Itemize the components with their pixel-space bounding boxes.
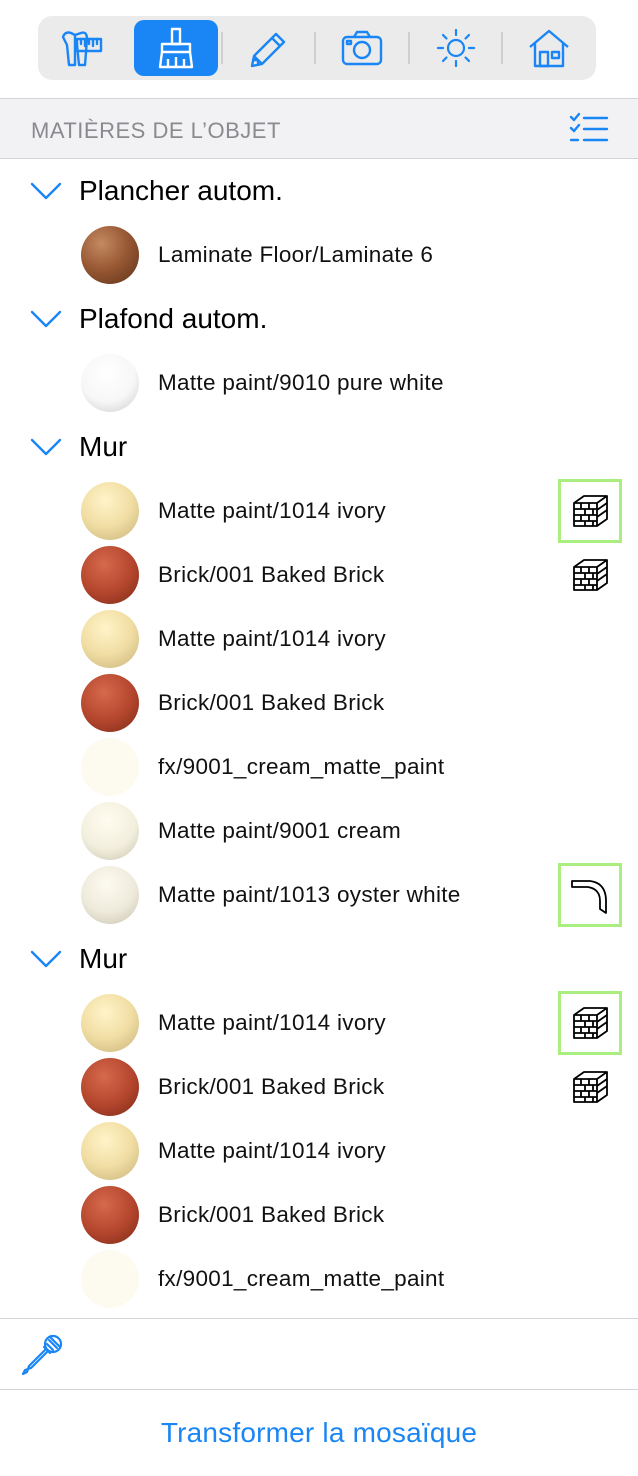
group-label: Mur (79, 943, 128, 974)
corner-molding-apply-button[interactable] (558, 863, 622, 927)
group-header[interactable]: Plancher autom. (0, 159, 638, 223)
material-row[interactable]: Matte paint/1014 ivory (0, 479, 638, 543)
select-materials-button[interactable] (568, 111, 610, 147)
light-tool-button[interactable] (414, 20, 498, 76)
material-row[interactable]: Brick/001 Baked Brick (0, 543, 638, 607)
house-icon (529, 29, 569, 68)
material-swatch (81, 610, 139, 668)
toolbar-separator (408, 32, 410, 64)
material-label: Matte paint/9010 pure white (158, 370, 444, 395)
material-row[interactable]: Brick/001 Baked Brick (0, 1183, 638, 1247)
material-tool-button[interactable] (134, 20, 218, 76)
corner-molding-icon (571, 880, 607, 914)
material-swatch (81, 1250, 139, 1308)
group-header[interactable]: Mur (0, 415, 638, 479)
group-label: Plancher autom. (79, 175, 283, 206)
group-header[interactable]: Plafond autom. (0, 287, 638, 351)
toolbar-separator (501, 32, 503, 64)
material-label: Matte paint/1014 ivory (158, 1138, 386, 1163)
material-swatch (81, 674, 139, 732)
group-label: Mur (79, 431, 128, 462)
material-label: Laminate Floor/Laminate 6 (158, 242, 434, 267)
room-tool-button[interactable] (507, 20, 591, 76)
measure-tool-icon (61, 31, 103, 67)
camera-icon (341, 30, 383, 66)
material-row[interactable]: Matte paint/1014 ivory (0, 991, 638, 1055)
section-title: MATIÈRES DE L’OBJET (31, 118, 281, 143)
group-header[interactable]: Mur (0, 927, 638, 991)
material-list[interactable]: Plancher autom. Laminate Floor/Laminate 6… (0, 159, 638, 1318)
material-label: Matte paint/1014 ivory (158, 498, 386, 523)
section-header: MATIÈRES DE L’OBJET (0, 98, 638, 159)
material-swatch (81, 354, 139, 412)
material-label: Brick/001 Baked Brick (158, 690, 385, 715)
material-label: Brick/001 Baked Brick (158, 562, 385, 587)
brick-wall-apply-button[interactable] (558, 543, 622, 607)
measure-tool-button[interactable] (40, 20, 124, 76)
material-label: Brick/001 Baked Brick (158, 1202, 385, 1227)
brick-wall-icon (573, 495, 608, 527)
material-swatch (81, 866, 139, 924)
material-row[interactable]: fx/9001_cream_matte_paint (0, 735, 638, 799)
chevron-down-icon (30, 950, 62, 968)
chevron-down-icon (30, 182, 62, 200)
material-label: fx/9001_cream_matte_paint (158, 1266, 445, 1291)
material-row[interactable]: Matte paint/1014 ivory (0, 607, 638, 671)
material-swatch (81, 1058, 139, 1116)
mode-toolbar (38, 16, 596, 80)
material-swatch (81, 1186, 139, 1244)
top-toolbar-area (0, 0, 638, 98)
eyedropper-icon (21, 1334, 63, 1376)
material-swatch (81, 482, 139, 540)
paint-brush-icon (158, 27, 194, 69)
toolbar-separator (314, 32, 316, 64)
material-label: Matte paint/9001 cream (158, 818, 401, 843)
chevron-down-icon (30, 310, 62, 328)
material-row[interactable]: Matte paint/9001 cream (0, 799, 638, 863)
material-row[interactable]: Brick/001 Baked Brick (0, 671, 638, 735)
material-swatch (81, 1122, 139, 1180)
brick-wall-apply-button[interactable] (558, 1055, 622, 1119)
bottom-tool-bar (0, 1318, 638, 1390)
material-label: Matte paint/1014 ivory (158, 1010, 386, 1035)
brick-wall-icon (573, 1071, 608, 1103)
material-swatch (81, 994, 139, 1052)
checklist-icon (569, 112, 609, 142)
material-label: Matte paint/1014 ivory (158, 626, 386, 651)
material-row[interactable]: Brick/001 Baked Brick (0, 1055, 638, 1119)
pencil-icon (250, 32, 286, 68)
brick-wall-icon (573, 1007, 608, 1039)
brick-wall-apply-button[interactable] (558, 991, 622, 1055)
material-label: Matte paint/1013 oyster white (158, 882, 461, 907)
edit-tool-button[interactable] (226, 20, 310, 76)
material-row[interactable]: Matte paint/1014 ivory (0, 1119, 638, 1183)
group-label: Plafond autom. (79, 303, 268, 334)
material-row[interactable]: Matte paint/9010 pure white (0, 351, 638, 415)
material-swatch (81, 226, 139, 284)
material-swatch (81, 546, 139, 604)
action-area: Transformer la mosaïque (0, 1390, 638, 1476)
material-label: fx/9001_cream_matte_paint (158, 754, 445, 779)
camera-tool-button[interactable] (320, 20, 404, 76)
chevron-down-icon (30, 438, 62, 456)
material-swatch (81, 738, 139, 796)
material-label: Brick/001 Baked Brick (158, 1074, 385, 1099)
toolbar-separator (221, 32, 223, 64)
material-row[interactable]: fx/9001_cream_matte_paint (0, 1247, 638, 1311)
material-row[interactable]: Laminate Floor/Laminate 6 (0, 223, 638, 287)
transform-tiling-button[interactable]: Transformer la mosaïque (161, 1417, 477, 1449)
material-swatch (81, 802, 139, 860)
brick-wall-icon (573, 559, 608, 591)
eyedropper-button[interactable] (20, 1333, 64, 1377)
material-row[interactable]: Matte paint/1013 oyster white (0, 863, 638, 927)
sun-icon (436, 28, 476, 68)
brick-wall-apply-button[interactable] (558, 479, 622, 543)
